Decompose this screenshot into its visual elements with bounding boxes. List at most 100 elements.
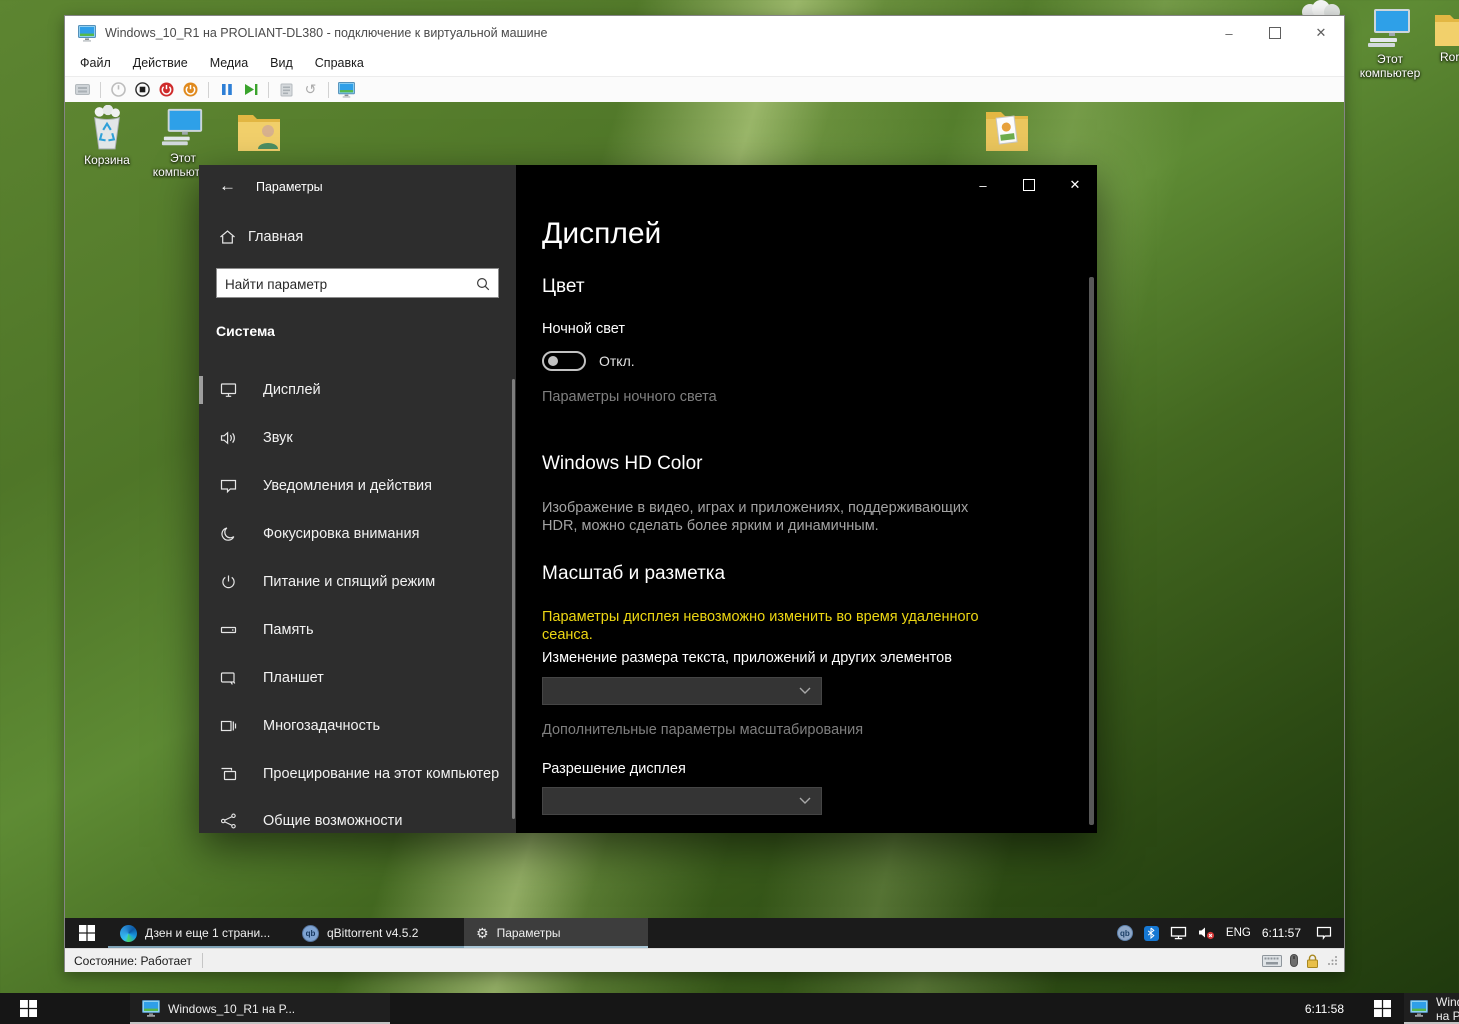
status-divider xyxy=(202,953,203,968)
search-icon[interactable] xyxy=(476,277,490,291)
resume-vm-button[interactable] xyxy=(242,81,259,99)
vm-desktop-icon-pictures-folder[interactable] xyxy=(973,107,1041,153)
scale-dropdown[interactable] xyxy=(542,677,822,705)
sound-icon xyxy=(219,430,237,446)
pause-vm-button[interactable] xyxy=(218,81,235,99)
vm-taskbar: Дзен и еще 1 страни... qb qBittorrent v4… xyxy=(65,918,1344,948)
sidebar-item-tablet[interactable]: Планшет xyxy=(199,656,516,700)
resolution-label: Разрешение дисплея xyxy=(542,761,686,777)
power-disabled-icon xyxy=(111,82,126,97)
remote-session-warning: Параметры дисплея невозможно изменить во… xyxy=(542,608,980,644)
search-input[interactable] xyxy=(223,270,467,298)
settings-minimize-button[interactable]: – xyxy=(960,168,1006,202)
turn-off-vm-button[interactable] xyxy=(134,81,151,99)
host-recycle-bin-icon[interactable] xyxy=(1298,0,1344,15)
maximize-icon xyxy=(1023,179,1035,191)
menu-view[interactable]: Вид xyxy=(259,50,304,76)
sidebar-scrollbar[interactable] xyxy=(512,379,515,819)
page-title: Дисплей xyxy=(542,217,661,251)
power-sleep-icon xyxy=(219,574,237,590)
windows-start-icon xyxy=(20,1000,37,1017)
vm-connection-window: Windows_10_R1 на PROLIANT-DL380 - подклю… xyxy=(64,15,1345,972)
qbittorrent-tray-icon[interactable]: qb xyxy=(1117,925,1133,941)
vm-start-button[interactable] xyxy=(65,918,108,948)
settings-app-title: Параметры xyxy=(256,180,323,194)
menu-file[interactable]: Файл xyxy=(69,50,122,76)
menu-help[interactable]: Справка xyxy=(304,50,375,76)
resize-grip[interactable] xyxy=(1327,955,1338,966)
sidebar-item-multitasking[interactable]: Многозадачность xyxy=(199,704,516,748)
icon-label: Корзина xyxy=(73,153,141,167)
sidebar-item-sound[interactable]: Звук xyxy=(199,416,516,460)
host-clock[interactable]: 6:11:58 xyxy=(1238,993,1344,1024)
save-state-icon xyxy=(183,82,198,97)
host-taskbar-task-vmconnect[interactable]: Windows_10_R1 на P... xyxy=(130,993,390,1024)
hdr-heading: Windows HD Color xyxy=(542,453,702,475)
host-start-button[interactable] xyxy=(8,993,48,1024)
bluetooth-icon[interactable] xyxy=(1144,926,1159,941)
multitasking-icon xyxy=(219,718,237,734)
maximize-icon xyxy=(1269,27,1281,39)
nav-label: Питание и спящий режим xyxy=(263,574,435,590)
sidebar-item-focus-assist[interactable]: Фокусировка внимания xyxy=(199,512,516,556)
settings-maximize-button[interactable] xyxy=(1006,168,1052,202)
qbittorrent-icon: qb xyxy=(302,925,319,942)
sidebar-item-projecting[interactable]: Проецирование на этот компьютер xyxy=(199,752,516,796)
bluetooth-glyph xyxy=(1147,927,1155,939)
nav-label: Уведомления и действия xyxy=(263,478,432,494)
sidebar-item-notifications[interactable]: Уведомления и действия xyxy=(199,464,516,508)
sidebar-item-shared-experiences[interactable]: Общие возможности xyxy=(199,799,516,843)
settings-content: – ✕ Дисплей Цвет Ночной свет Откл. Парам… xyxy=(516,165,1097,833)
close-icon: ✕ xyxy=(1316,25,1327,41)
volume-muted-icon[interactable] xyxy=(1198,926,1215,940)
vm-clock[interactable]: 6:11:57 xyxy=(1262,926,1301,940)
host-desktop-icon-this-pc[interactable]: Этот компьютер xyxy=(1356,8,1424,80)
start-vm-button[interactable] xyxy=(110,81,127,99)
taskbar-task-settings[interactable]: ⚙ Параметры xyxy=(464,918,648,948)
enhanced-session-button[interactable] xyxy=(338,81,355,99)
network-icon[interactable] xyxy=(1170,926,1187,940)
menu-media[interactable]: Медиа xyxy=(199,50,259,76)
toolbar-separator xyxy=(268,82,269,98)
night-light-label: Ночной свет xyxy=(542,321,625,337)
night-light-settings-link[interactable]: Параметры ночного света xyxy=(542,389,717,405)
shared-experiences-icon xyxy=(219,813,237,829)
revert-button[interactable]: ↺ xyxy=(302,81,319,99)
night-light-state: Откл. xyxy=(599,353,635,369)
vm-desktop-icon-recycle-bin[interactable]: Корзина xyxy=(73,105,141,167)
windows-start-icon xyxy=(1374,1000,1391,1017)
host-start-button-monitor2[interactable] xyxy=(1362,993,1402,1024)
checkpoint-button[interactable] xyxy=(278,81,295,99)
sidebar-item-power-sleep[interactable]: Питание и спящий режим xyxy=(199,560,516,604)
menu-action[interactable]: Действие xyxy=(122,50,199,76)
vm-minimize-button[interactable]: – xyxy=(1206,16,1252,50)
shut-down-vm-button[interactable] xyxy=(158,81,175,99)
icon-label: Ror xyxy=(1428,50,1459,64)
night-light-toggle[interactable] xyxy=(542,351,586,371)
settings-close-button[interactable]: ✕ xyxy=(1052,168,1098,202)
toolbar-separator xyxy=(328,82,329,98)
taskbar-task-qbittorrent[interactable]: qb qBittorrent v4.5.2 xyxy=(290,918,464,948)
session-monitor-icon xyxy=(338,82,355,98)
resolution-dropdown[interactable] xyxy=(542,787,822,815)
vm-maximize-button[interactable] xyxy=(1252,16,1298,50)
action-center-icon[interactable] xyxy=(1316,926,1332,940)
language-indicator[interactable]: ENG xyxy=(1226,927,1251,939)
vm-titlebar[interactable]: Windows_10_R1 на PROLIANT-DL380 - подклю… xyxy=(65,16,1344,50)
taskbar-task-edge[interactable]: Дзен и еще 1 страни... xyxy=(108,918,290,948)
advanced-scaling-link[interactable]: Дополнительные параметры масштабирования xyxy=(542,722,863,738)
sidebar-item-display[interactable]: Дисплей xyxy=(199,368,516,412)
scale-label: Изменение размера текста, приложений и д… xyxy=(542,650,1062,666)
vm-desktop-icon-user-folder[interactable] xyxy=(225,109,293,153)
sidebar-item-storage[interactable]: Память xyxy=(199,608,516,652)
nav-label: Звук xyxy=(263,430,293,446)
vm-close-button[interactable]: ✕ xyxy=(1298,16,1344,50)
vm-statusbar: Состояние: Работает xyxy=(65,948,1344,972)
ctrl-alt-del-button[interactable] xyxy=(74,81,91,99)
host-taskbar-task-vmconnect-monitor2[interactable]: Windows_10_R1 на P... xyxy=(1404,993,1459,1024)
content-scrollbar[interactable] xyxy=(1089,277,1094,825)
back-button[interactable]: ← xyxy=(219,176,236,196)
save-vm-button[interactable] xyxy=(182,81,199,99)
host-desktop-icon-folder[interactable]: Ror xyxy=(1428,10,1459,64)
sidebar-item-home[interactable]: Главная xyxy=(219,229,303,245)
